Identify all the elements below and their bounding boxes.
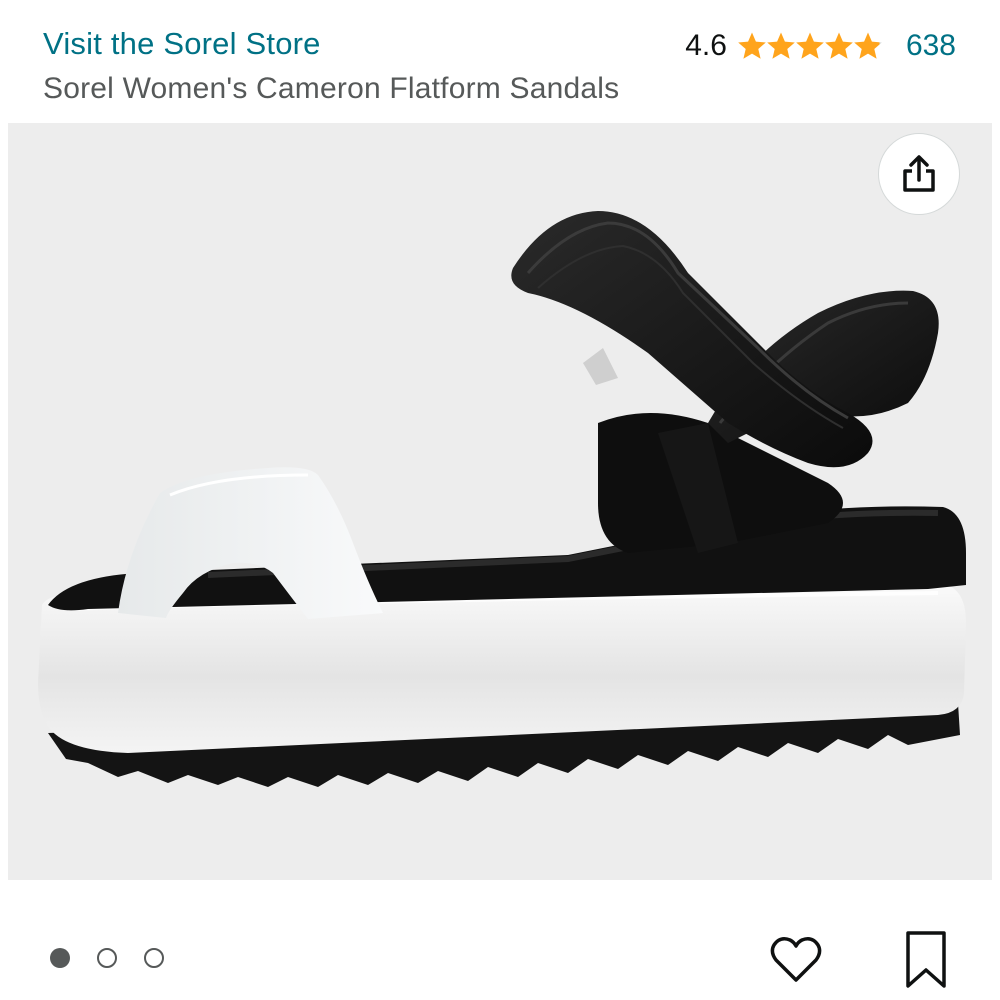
save-button[interactable] — [898, 930, 954, 990]
review-count-link[interactable]: 638 — [906, 29, 956, 63]
pagination-dot[interactable] — [97, 948, 117, 968]
product-header: Visit the Sorel Store 4.6 638 Sorel Wome… — [0, 0, 1000, 122]
star-icon — [796, 32, 824, 59]
bookmark-icon — [906, 931, 946, 988]
favorite-button[interactable] — [768, 932, 824, 988]
star-icon — [854, 32, 882, 59]
buckle-loop — [583, 348, 618, 385]
product-image[interactable] — [8, 123, 992, 880]
rating-value: 4.6 — [685, 29, 727, 62]
image-actions-bar — [0, 880, 1000, 1000]
pagination-dot[interactable] — [50, 948, 70, 968]
store-link[interactable]: Visit the Sorel Store — [43, 26, 321, 62]
star-icon — [738, 32, 766, 59]
image-pagination[interactable] — [50, 948, 191, 968]
star-icon — [767, 32, 795, 59]
rating-summary[interactable]: 4.6 638 — [685, 26, 956, 66]
share-icon — [903, 155, 935, 192]
share-button[interactable] — [878, 133, 960, 215]
product-title: Sorel Women's Cameron Flatform Sandals — [43, 72, 620, 105]
pagination-dot[interactable] — [144, 948, 164, 968]
star-icon — [825, 32, 853, 59]
rating-stars — [737, 31, 882, 61]
heart-icon — [770, 937, 822, 982]
